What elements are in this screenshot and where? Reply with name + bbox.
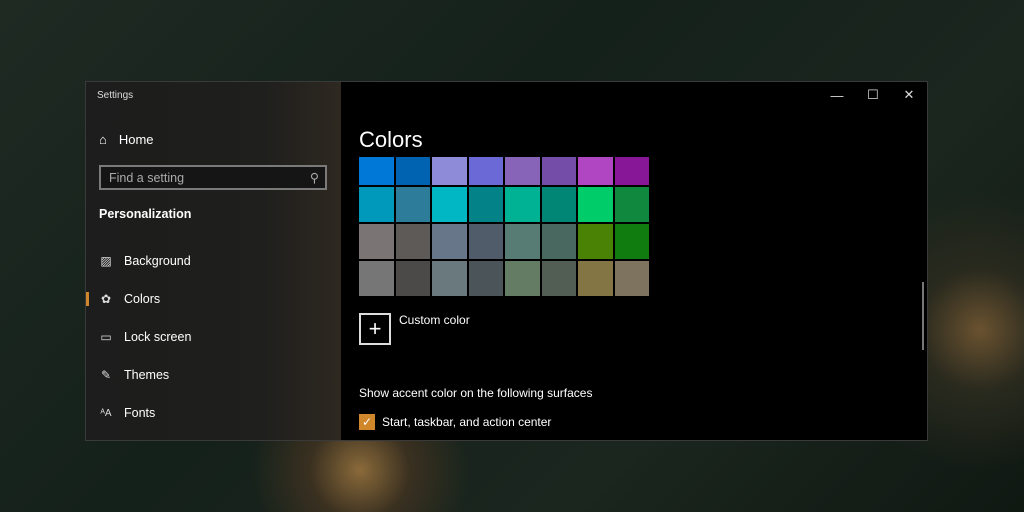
color-swatch[interactable]: [432, 157, 467, 185]
close-button[interactable]: ✕: [891, 82, 927, 108]
color-swatch[interactable]: [541, 224, 576, 259]
color-swatch[interactable]: [359, 157, 394, 185]
color-swatch[interactable]: [541, 261, 576, 296]
search-input[interactable]: Find a setting ⚲: [99, 165, 327, 190]
selected-indicator: [86, 292, 89, 306]
color-swatch[interactable]: [578, 224, 613, 259]
color-swatch[interactable]: [541, 187, 576, 222]
checkmark-icon: ✓: [359, 414, 375, 430]
color-swatch[interactable]: [541, 157, 576, 185]
color-swatch[interactable]: [578, 157, 613, 185]
content-pane: — ☐ ✕ Colors + Custom color Show accent c…: [341, 82, 927, 440]
sidebar: Settings ⌂ Home Find a setting ⚲ Personali…: [86, 82, 341, 440]
fonts-icon: ᴬA: [100, 407, 112, 419]
color-swatch[interactable]: [505, 157, 540, 185]
color-swatch[interactable]: [468, 187, 503, 222]
custom-color-button[interactable]: + Custom color: [359, 313, 470, 345]
color-swatch[interactable]: [432, 224, 467, 259]
home-icon: ⌂: [99, 132, 107, 147]
accent-color-grid: [359, 157, 651, 299]
color-swatch[interactable]: [395, 224, 430, 259]
sidebar-item-label: Fonts: [124, 406, 156, 420]
color-swatch[interactable]: [359, 261, 394, 296]
color-swatch[interactable]: [359, 187, 394, 222]
sidebar-item-label: Themes: [124, 368, 170, 382]
color-swatch[interactable]: [505, 224, 540, 259]
home-link[interactable]: ⌂ Home: [99, 132, 154, 147]
color-swatch[interactable]: [395, 261, 430, 296]
checkbox-label: Start, taskbar, and action center: [382, 415, 552, 429]
section-heading: Personalization: [99, 207, 192, 221]
settings-window: Settings ⌂ Home Find a setting ⚲ Personali…: [85, 81, 928, 441]
color-swatch[interactable]: [578, 187, 613, 222]
custom-color-label: Custom color: [399, 313, 470, 327]
sidebar-item-label: Background: [124, 254, 191, 268]
plus-icon: +: [359, 313, 391, 345]
color-swatch[interactable]: [359, 224, 394, 259]
color-swatch[interactable]: [505, 187, 540, 222]
page-title: Colors: [359, 127, 423, 152]
app-title: Settings: [97, 90, 134, 101]
scrollbar[interactable]: [922, 282, 924, 350]
picture-icon: ▨: [100, 254, 112, 268]
sidebar-item-themes[interactable]: ✎ Themes: [86, 365, 169, 385]
sidebar-item-label: Colors: [124, 292, 161, 306]
minimize-button[interactable]: —: [819, 82, 855, 108]
themes-icon: ✎: [100, 368, 112, 382]
search-placeholder: Find a setting: [109, 170, 185, 185]
palette-icon: ✿: [100, 292, 112, 306]
search-icon: ⚲: [309, 171, 319, 185]
color-swatch[interactable]: [395, 187, 430, 222]
window-controls: — ☐ ✕: [819, 82, 927, 108]
start-taskbar-checkbox[interactable]: ✓ Start, taskbar, and action center: [359, 414, 551, 430]
color-swatch[interactable]: [395, 157, 430, 185]
color-swatch[interactable]: [468, 261, 503, 296]
sidebar-item-label: Lock screen: [124, 330, 192, 344]
sidebar-item-fonts[interactable]: ᴬA Fonts: [86, 403, 155, 423]
maximize-button[interactable]: ☐: [855, 82, 891, 108]
lock-screen-icon: ▭: [100, 330, 112, 344]
surfaces-heading: Show accent color on the following surfa…: [359, 386, 593, 400]
sidebar-item-background[interactable]: ▨ Background: [86, 251, 191, 271]
color-swatch[interactable]: [468, 157, 503, 185]
color-swatch[interactable]: [505, 261, 540, 296]
color-swatch[interactable]: [578, 261, 613, 296]
color-swatch[interactable]: [614, 187, 649, 222]
sidebar-item-lock-screen[interactable]: ▭ Lock screen: [86, 327, 191, 347]
sidebar-item-colors[interactable]: ✿ Colors: [86, 289, 160, 309]
color-swatch[interactable]: [432, 187, 467, 222]
color-swatch[interactable]: [614, 224, 649, 259]
color-swatch[interactable]: [468, 224, 503, 259]
color-swatch[interactable]: [614, 157, 649, 185]
home-label: Home: [118, 132, 154, 147]
color-swatch[interactable]: [614, 261, 649, 296]
color-swatch[interactable]: [432, 261, 467, 296]
